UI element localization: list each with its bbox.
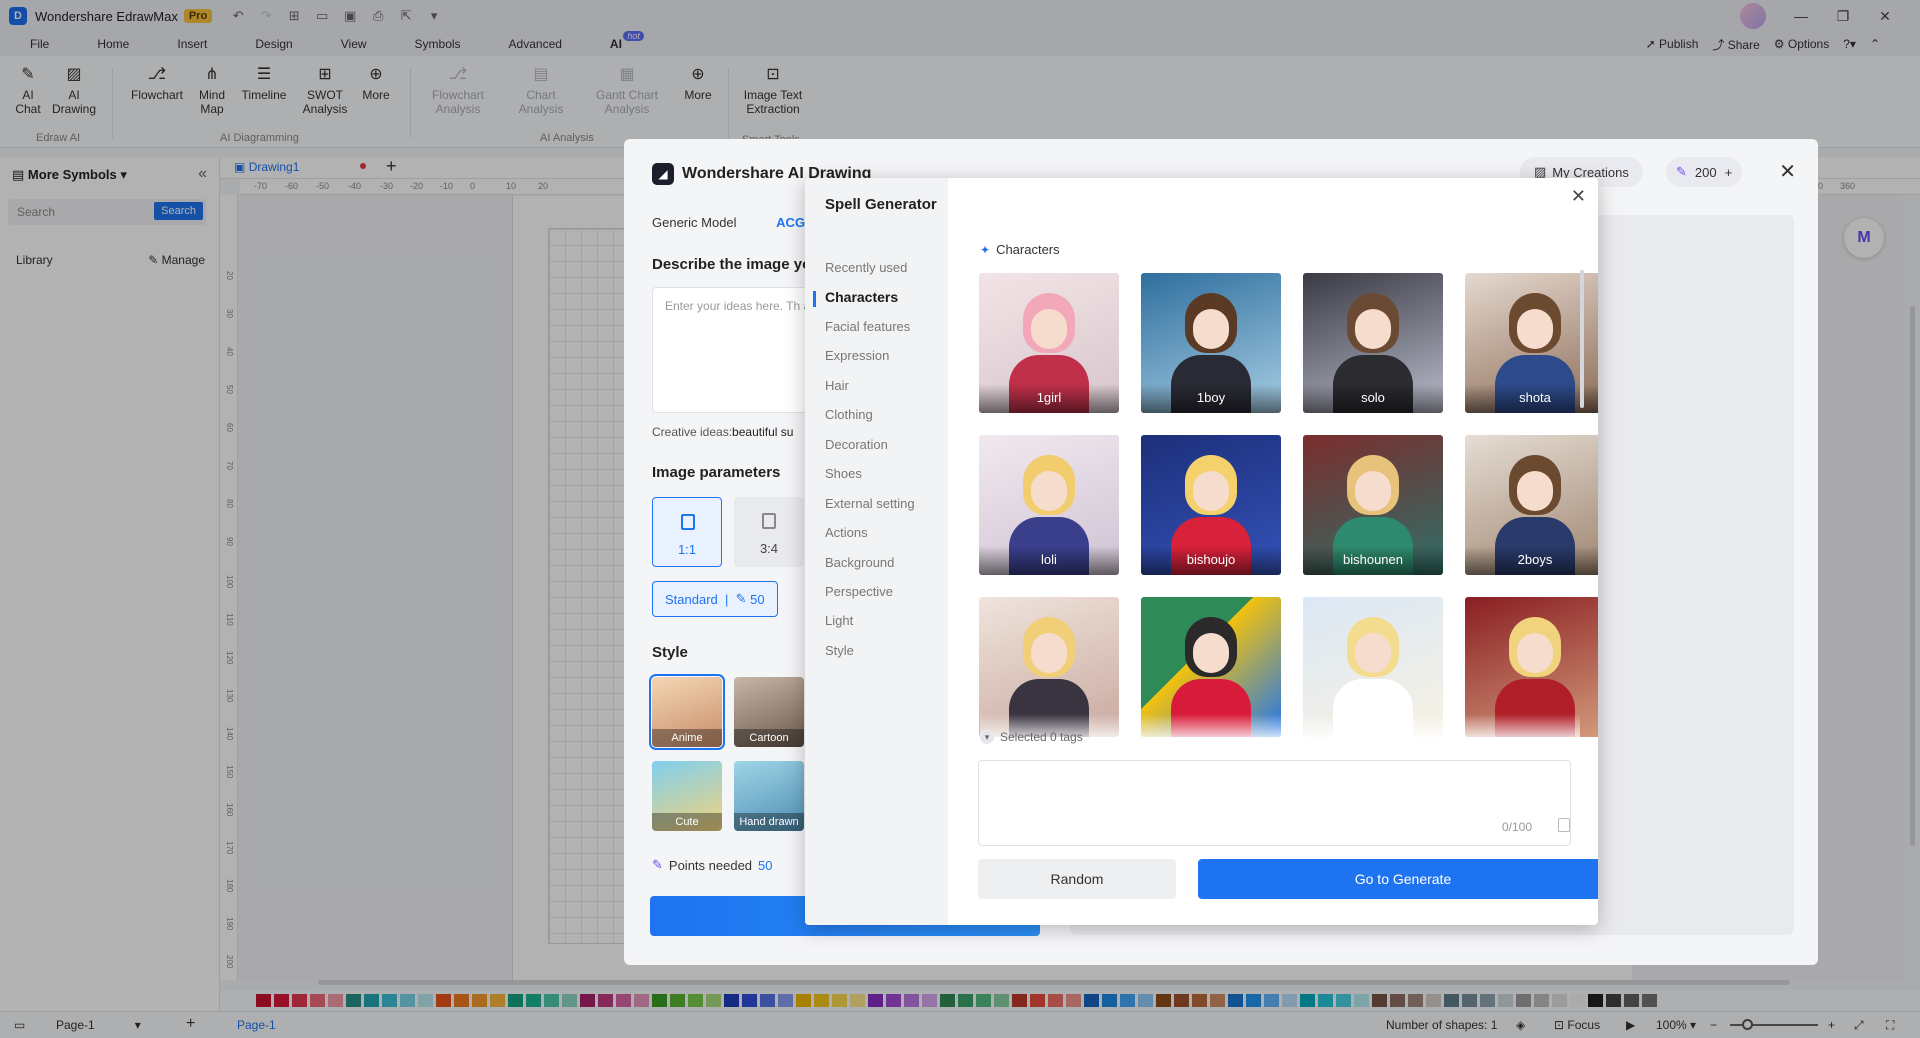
spell-category-decoration[interactable]: Decoration [825,437,888,452]
character-card[interactable]: bishoujo [1141,435,1281,575]
character-face [1031,471,1067,511]
close-ai-drawing-icon[interactable]: ✕ [1779,159,1796,184]
spell-generator-dialog: Spell Generator Recently used Characters F… [805,178,1598,925]
character-card[interactable]: 1girl [979,273,1119,413]
go-to-generate-button[interactable]: Go to Generate [1198,859,1598,899]
character-face [1031,309,1067,349]
ratio-3-4[interactable]: 3:4 [734,497,804,567]
section-title: Characters [996,242,1060,257]
quality-points: 50 [750,591,765,607]
selected-tags[interactable]: ▾ Selected 0 tags [980,730,1083,744]
character-card-label: solo [1303,384,1443,413]
character-card[interactable]: shota [1465,273,1598,413]
character-card-label: 1boy [1141,384,1281,413]
spell-category-shoes[interactable]: Shoes [825,466,862,481]
spell-category-style[interactable]: Style [825,643,854,658]
spell-category-characters[interactable]: Characters [825,289,898,305]
spell-generator-title: Spell Generator [825,196,937,213]
character-face [1355,633,1391,673]
style-hand-drawn[interactable]: Hand drawn [734,761,804,831]
character-card[interactable]: loli [979,435,1119,575]
character-card[interactable]: 2boys [1465,435,1598,575]
creative-prefix: Creative ideas: [652,425,733,439]
spell-category-facial-features[interactable]: Facial features [825,319,910,334]
points-balance[interactable]: ✎ 200 + [1666,157,1743,187]
active-category-indicator [813,291,816,307]
style-cartoon-label: Cartoon [734,729,804,747]
spell-category-hair[interactable]: Hair [825,378,849,393]
character-face [1355,309,1391,349]
image-parameters-heading: Image parameters [652,464,781,481]
spell-category-clothing[interactable]: Clothing [825,407,873,422]
style-cute-label: Cute [652,813,722,831]
character-face [1193,471,1229,511]
spell-category-perspective[interactable]: Perspective [825,584,893,599]
character-face [1517,633,1553,673]
ratio-portrait-icon [762,513,776,529]
style-cartoon[interactable]: Cartoon [734,677,804,747]
spell-category-actions[interactable]: Actions [825,525,868,540]
quality-standard[interactable]: Standard | ✎ 50 [652,581,778,617]
add-points-icon[interactable]: + [1725,165,1733,180]
character-card[interactable]: 1boy [1141,273,1281,413]
style-anime-label: Anime [652,729,722,747]
spell-category-light[interactable]: Light [825,613,853,628]
ratio-1-1-label: 1:1 [677,542,697,557]
style-hand-drawn-label: Hand drawn [734,813,804,831]
points-icon: ✎ [1676,164,1687,179]
spell-category-external-setting[interactable]: External setting [825,496,915,511]
character-face [1031,633,1067,673]
character-card[interactable]: bishounen [1303,435,1443,575]
tab-generic-model[interactable]: Generic Model [652,215,737,230]
spell-category-recently-used[interactable]: Recently used [825,260,907,275]
points-value: 200 [1694,164,1717,180]
chevron-down-icon: ▾ [980,730,994,744]
close-spell-icon[interactable]: ✕ [1571,186,1586,207]
grid-scrollbar[interactable] [1580,270,1584,408]
spell-category-expression[interactable]: Expression [825,348,889,363]
character-card-label: shota [1465,384,1598,413]
character-card-label: loli [979,546,1119,575]
describe-heading: Describe the image yo [652,256,812,273]
style-anime[interactable]: Anime [649,674,725,750]
style-heading: Style [652,644,688,661]
creative-ideas: Creative ideas:beautiful su [652,425,793,439]
character-card[interactable]: solo [1303,273,1443,413]
character-card-label: 2boys [1465,546,1598,575]
character-face [1355,471,1391,511]
quality-points-icon: ✎ [735,591,747,606]
char-counter: 0/100 [1501,820,1532,834]
character-face [1517,309,1553,349]
points-needed-value: 50 [758,857,773,873]
ratio-square-icon [681,514,695,530]
character-card-label: 1girl [979,384,1119,413]
ai-drawing-logo-icon: ◢ [652,163,674,185]
spell-category-background[interactable]: Background [825,555,894,570]
ratio-1-1[interactable]: 1:1 [652,497,722,567]
character-card-label: bishoujo [1141,546,1281,575]
points-needed-label: Points needed [668,857,753,873]
character-face [1193,309,1229,349]
random-button[interactable]: Random [978,859,1176,899]
creative-idea-link[interactable]: beautiful su [732,425,793,439]
style-cute[interactable]: Cute [652,761,722,831]
spell-text-input[interactable] [978,760,1571,846]
section-heading: ✦ Characters [980,242,1060,257]
ratio-3-4-label: 3:4 [759,541,779,556]
selected-tags-label: Selected 0 tags [1000,730,1083,744]
character-card-label: bishounen [1303,546,1443,575]
trash-icon[interactable] [1558,818,1570,832]
quality-label: Standard [665,591,718,607]
tab-acg[interactable]: ACG [776,215,805,230]
character-face [1517,471,1553,511]
points-needed: ✎ Points needed 50 [652,857,773,873]
points-needed-icon: ✎ [652,857,663,872]
character-face [1193,633,1229,673]
sparkle-icon: ✦ [980,242,991,257]
